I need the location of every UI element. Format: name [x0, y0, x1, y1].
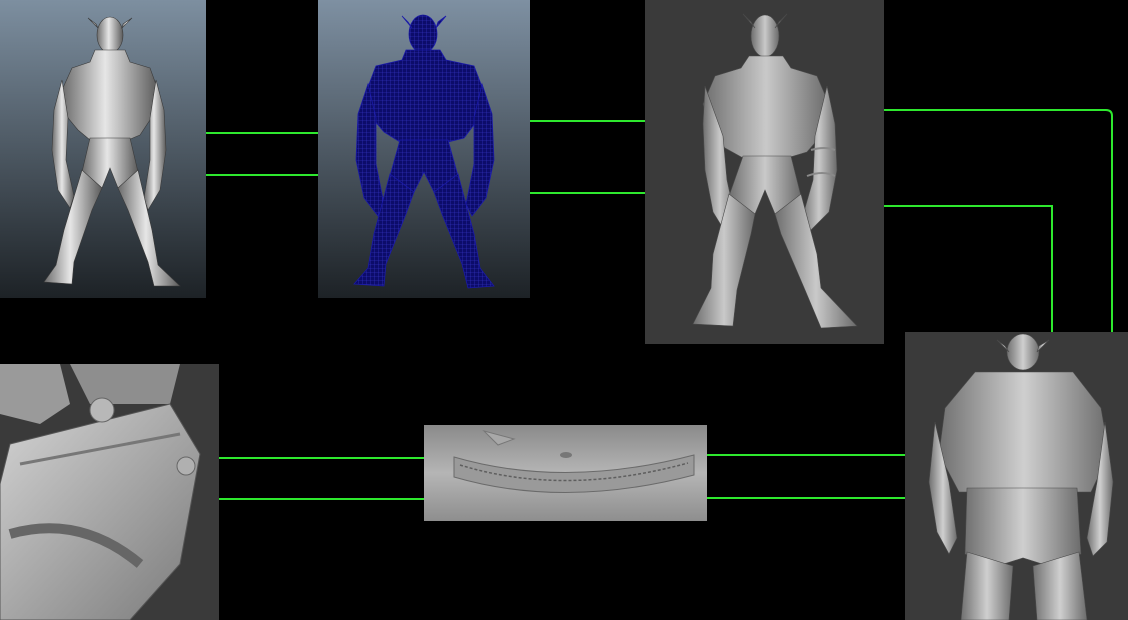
sculpted-character-front-image: [645, 0, 884, 344]
zbrush-sculpt-front-panel: [645, 0, 884, 344]
zbrush-waist-seam-closeup-panel: [424, 425, 707, 521]
sculpted-character-back-image: [905, 332, 1128, 620]
maya-smooth-render-panel: [0, 0, 206, 298]
waist-seam-closeup-image: [424, 425, 707, 521]
forearm-bracer-closeup-image: [0, 364, 219, 620]
smooth-character-front-image: [0, 0, 206, 298]
wireframe-character-front-image: [318, 0, 530, 298]
zbrush-sculpt-back-panel: [905, 332, 1128, 620]
connector-line: [884, 109, 1113, 332]
connector-line: [884, 205, 1053, 332]
zbrush-arm-bracer-closeup-panel: [0, 364, 219, 620]
maya-wireframe-render-panel: [318, 0, 530, 298]
process-collage: [0, 0, 1128, 620]
